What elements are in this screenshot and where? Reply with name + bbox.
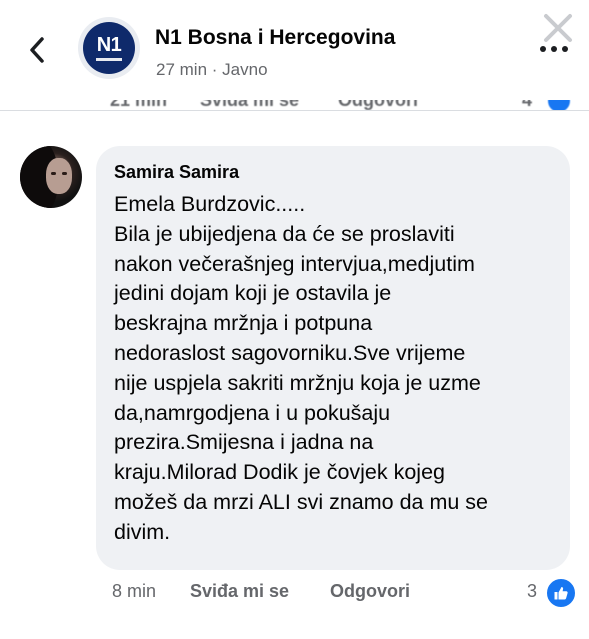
- page-avatar[interactable]: N1: [78, 17, 140, 79]
- close-icon: [544, 14, 572, 42]
- previous-comment-time: 21 min: [110, 100, 168, 110]
- n1-logo: N1: [83, 22, 135, 74]
- like-button[interactable]: Sviđa mi se: [190, 581, 289, 602]
- post-time: 27 min: [156, 60, 208, 79]
- more-options-button[interactable]: [540, 44, 568, 54]
- commenter-avatar[interactable]: [20, 146, 82, 208]
- close-button[interactable]: [538, 8, 578, 48]
- post-meta: 27 min · Javno: [156, 60, 268, 80]
- page-name[interactable]: N1 Bosna i Hercegovina: [155, 26, 395, 50]
- post-header: N1 N1 Bosna i Hercegovina 27 min · Javno: [0, 0, 589, 100]
- meta-separator: ·: [211, 60, 218, 79]
- like-thumb-icon[interactable]: [548, 100, 570, 110]
- comment-actions: 8 min Sviđa mi se Odgovori 3: [0, 576, 589, 609]
- reply-button[interactable]: Odgovori: [330, 581, 410, 602]
- n1-logo-text: N1: [96, 34, 122, 56]
- more-dot: [540, 46, 546, 52]
- reaction-count: 3: [527, 581, 538, 601]
- avatar-eye: [62, 172, 67, 175]
- post-privacy: Javno: [222, 60, 268, 79]
- avatar-face: [46, 158, 72, 194]
- more-dot: [562, 46, 568, 52]
- comment-bubble: Samira Samira Emela Burdzovic..... Bila …: [96, 146, 570, 570]
- comment-author[interactable]: Samira Samira: [114, 162, 239, 183]
- like-thumb-icon: [554, 587, 568, 600]
- header-divider: [0, 110, 589, 111]
- reaction-badge[interactable]: [545, 577, 577, 609]
- previous-reaction-count: 4: [522, 100, 533, 110]
- back-button[interactable]: [22, 30, 52, 70]
- previous-like-button[interactable]: Sviđa mi se: [200, 100, 299, 110]
- previous-comment-actions: 21 min Sviđa mi se Odgovori 4: [0, 100, 589, 110]
- previous-reply-button[interactable]: Odgovori: [338, 100, 418, 110]
- chevron-left-icon: [30, 37, 44, 63]
- comment-text: Emela Burdzovic..... Bila je ubijedjena …: [114, 192, 489, 544]
- avatar-eye: [51, 172, 56, 175]
- more-dot: [551, 46, 557, 52]
- comment-time: 8 min: [112, 581, 157, 601]
- n1-logo-bar: [96, 58, 122, 61]
